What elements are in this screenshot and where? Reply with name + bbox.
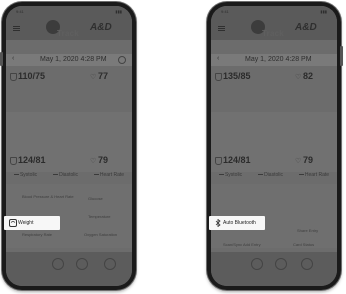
hr-value: 79 — [303, 155, 314, 165]
chart-legend: Systolic Diastolic Heart Rate — [211, 170, 337, 180]
menu-icon[interactable] — [13, 26, 20, 31]
volume-button — [0, 52, 3, 66]
phone-left: 9:41 ▮▮▮ Track A&D ‹ May 1, 2020 4:28 PM … — [0, 2, 136, 290]
hr-value: 82 — [303, 71, 314, 81]
brand-logo: A&D — [90, 22, 112, 33]
bottom-nav — [6, 252, 132, 286]
heart-icon: ♡ — [90, 158, 97, 165]
blood-pressure-icon — [215, 73, 222, 81]
blood-pressure-icon — [10, 157, 17, 165]
reading-row-latest[interactable]: 135/85 ♡ 82 — [211, 68, 337, 86]
auto-bluetooth-menu-item[interactable]: Auto Bluetooth — [209, 216, 265, 230]
weight-menu-item[interactable]: Weight — [4, 216, 60, 230]
phone-right: 9:41 ▮▮▮ Track A&D ‹ May 1, 2020 4:28 PM … — [207, 2, 343, 290]
nav-list-icon[interactable] — [104, 258, 116, 270]
nav-home-icon[interactable] — [52, 258, 64, 270]
chart-legend: Systolic Diastolic Heart Rate — [6, 170, 132, 180]
reading-row-avg: 124/81 ♡ 79 — [6, 152, 132, 170]
reading-row-latest[interactable]: 110/75 ♡ 77 — [6, 68, 132, 86]
status-bar: 9:41 ▮▮▮ — [221, 9, 327, 14]
power-button — [340, 46, 343, 66]
chevron-left-icon[interactable]: ‹ — [217, 55, 219, 62]
legend-diastolic: Diastolic — [258, 172, 283, 178]
menu-share-entry[interactable]: Share Entry — [297, 228, 318, 233]
blood-pressure-icon — [10, 73, 17, 81]
nav-home-icon[interactable] — [251, 258, 263, 270]
chart-area: 124/81 ♡ 79 — [6, 112, 132, 172]
heart-icon: ♡ — [295, 158, 302, 165]
weight-label: Weight — [18, 220, 34, 226]
menu-respiratory[interactable]: Respiratory Rate — [22, 232, 52, 237]
bp-value: 124/81 — [223, 155, 251, 165]
nav-list-icon[interactable] — [301, 258, 313, 270]
date-label: May 1, 2020 4:28 PM — [245, 56, 312, 63]
bp-value: 135/85 — [223, 71, 251, 81]
scale-icon — [9, 219, 17, 227]
chart-area: 124/81 ♡ 79 — [211, 112, 337, 172]
date-selector[interactable]: ‹ May 1, 2020 4:28 PM — [6, 54, 132, 66]
reading-row-avg: 124/81 ♡ 79 — [211, 152, 337, 170]
legend-systolic: Systolic — [13, 172, 37, 178]
bp-value: 124/81 — [18, 155, 46, 165]
hr-value: 79 — [98, 155, 109, 165]
date-label: May 1, 2020 4:28 PM — [40, 56, 107, 63]
nav-chart-icon[interactable] — [275, 258, 287, 270]
legend-heart-rate: Heart Rate — [93, 172, 124, 178]
blood-pressure-icon — [215, 157, 222, 165]
menu-icon[interactable] — [218, 26, 225, 31]
bluetooth-icon — [215, 219, 221, 227]
date-selector[interactable]: ‹ May 1, 2020 4:28 PM — [211, 54, 337, 66]
app-header: 9:41 ▮▮▮ Track A&D — [211, 6, 337, 40]
menu-glucose[interactable]: Glucose — [88, 196, 103, 201]
legend-heart-rate: Heart Rate — [298, 172, 329, 178]
bottom-nav — [211, 252, 337, 286]
settings-icon[interactable] — [118, 56, 126, 64]
app-logo-text: Track — [262, 29, 284, 38]
app-header: 9:41 ▮▮▮ Track A&D — [6, 6, 132, 40]
menu-temperature[interactable]: Temperature — [88, 214, 110, 219]
legend-systolic: Systolic — [218, 172, 242, 178]
chevron-left-icon[interactable]: ‹ — [12, 55, 14, 62]
brand-logo: A&D — [295, 22, 317, 33]
heart-icon: ♡ — [90, 74, 97, 81]
phone-screen: 9:41 ▮▮▮ Track A&D ‹ May 1, 2020 4:28 PM … — [6, 6, 132, 286]
menu-oxygen[interactable]: Oxygen Saturation — [84, 232, 117, 237]
bp-value: 110/75 — [18, 71, 46, 81]
menu-scan-sync[interactable]: Scan/Sync Add Entry — [223, 242, 261, 247]
menu-bp-hr[interactable]: Blood Pressure & Heart Rate — [22, 194, 74, 199]
menu-card-status[interactable]: Card Status — [293, 242, 314, 247]
nav-chart-icon[interactable] — [76, 258, 88, 270]
app-logo-text: Track — [57, 29, 79, 38]
legend-diastolic: Diastolic — [53, 172, 78, 178]
phone-screen: 9:41 ▮▮▮ Track A&D ‹ May 1, 2020 4:28 PM … — [211, 6, 337, 286]
auto-bluetooth-label: Auto Bluetooth — [223, 220, 256, 226]
status-bar: 9:41 ▮▮▮ — [16, 9, 122, 14]
heart-icon: ♡ — [295, 74, 302, 81]
hr-value: 77 — [98, 71, 109, 81]
